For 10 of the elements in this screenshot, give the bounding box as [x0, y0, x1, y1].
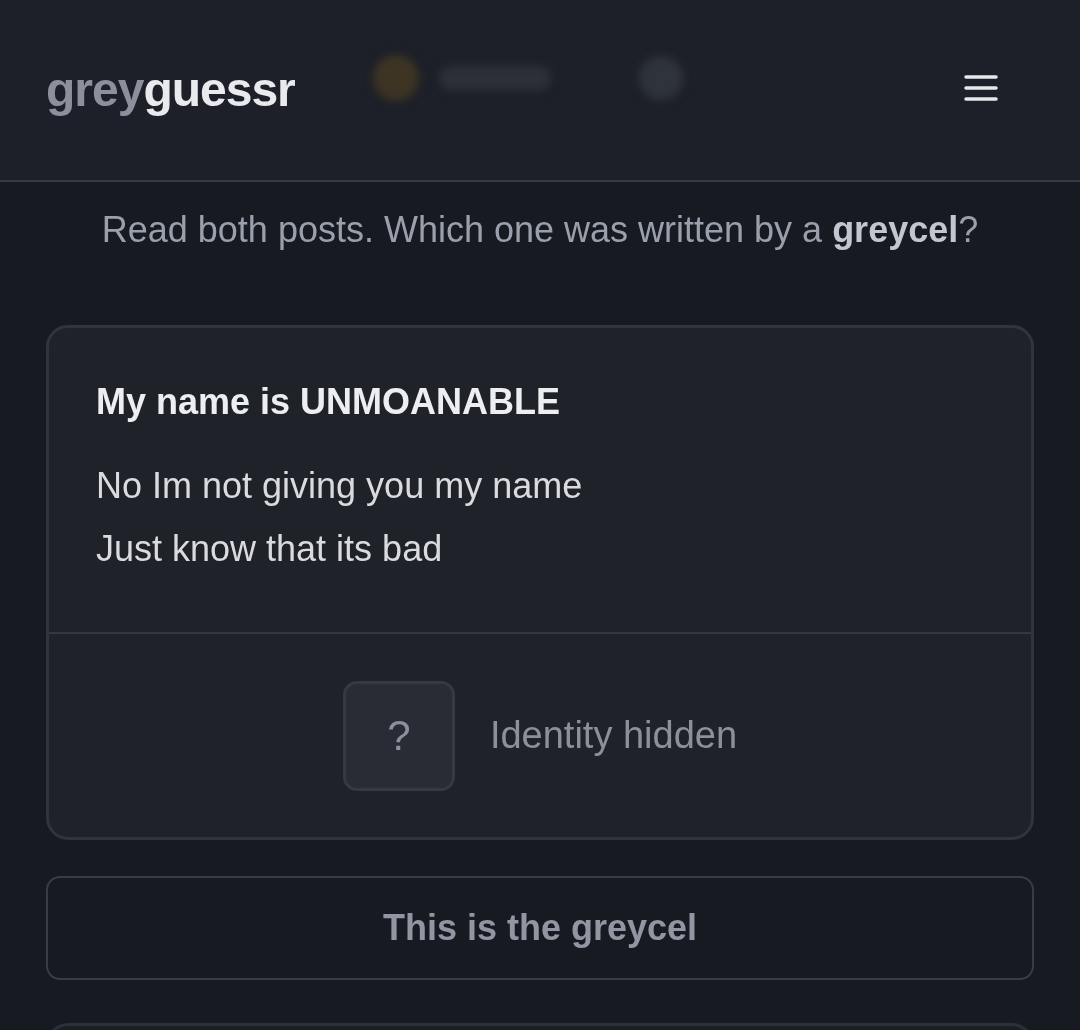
instruction-text: Read both posts. Which one was written by a greycel? — [100, 208, 980, 252]
post-title: My name is UNMOANABLE — [96, 380, 562, 424]
post-text: No Im not giving you my name — [96, 464, 584, 508]
blurred-circle-icon — [372, 55, 419, 101]
app-logo[interactable]: greyguessr — [46, 61, 295, 117]
hidden-avatar: ? — [342, 680, 455, 791]
post-text: Just know that its bad — [96, 527, 444, 571]
menu-icon[interactable] — [964, 74, 998, 102]
author-label: Identity hidden — [489, 714, 738, 757]
choose-button[interactable]: This is the greycel — [46, 876, 1034, 980]
